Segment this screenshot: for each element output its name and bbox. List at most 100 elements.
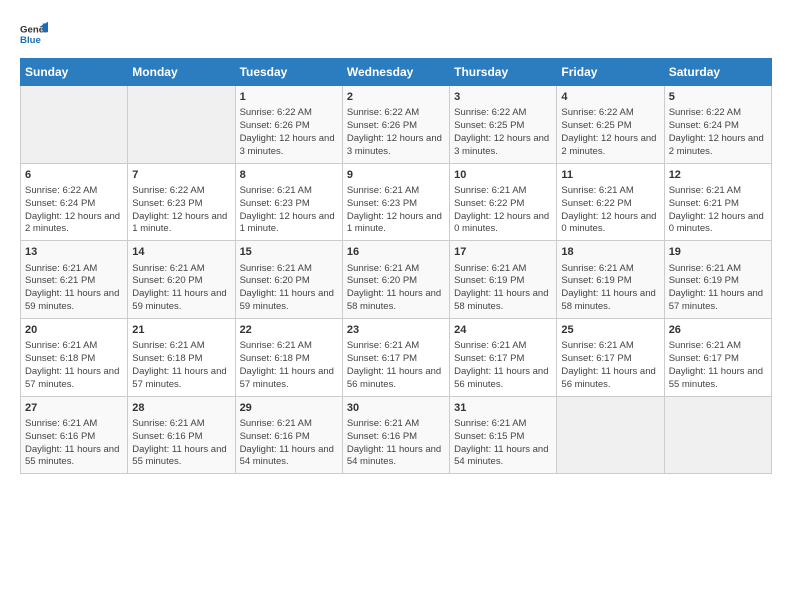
calendar-cell: 27Sunrise: 6:21 AMSunset: 6:16 PMDayligh… [21,396,128,474]
day-number: 9 [347,168,445,183]
cell-content: Sunrise: 6:21 AMSunset: 6:17 PMDaylight:… [561,340,659,391]
calendar-cell: 24 Sunrise: 6:21 AMSunset: 6:17 PMDayligh… [450,318,557,396]
day-of-week-header: Friday [557,59,664,86]
calendar-body: 1 Sunrise: 6:22 AMSunset: 6:26 PMDaylight… [21,86,772,474]
day-of-week-header: Thursday [450,59,557,86]
calendar-cell: 31 Sunrise: 6:21 AMSunset: 6:15 PMDayligh… [450,396,557,474]
day-number: 30 [347,401,445,416]
cell-content: Sunrise: 6:21 AMSunset: 6:18 PMDaylight:… [25,340,123,391]
day-number: 13 [25,245,123,260]
calendar-week-row: 13 Sunrise: 6:21 AMSunset: 6:21 PMDayligh… [21,241,772,319]
cell-content: Sunrise: 6:21 AMSunset: 6:19 PMDaylight:… [454,263,552,314]
cell-content: Sunrise: 6:22 AMSunset: 6:24 PMDaylight:… [25,185,123,236]
calendar-cell: 3Sunrise: 6:22 AMSunset: 6:25 PMDaylight… [450,86,557,164]
calendar-cell: 19Sunrise: 6:21 AMSunset: 6:19 PMDayligh… [664,241,771,319]
cell-content: Sunrise: 6:21 AMSunset: 6:16 PMDaylight:… [25,418,123,469]
calendar-cell: 18 Sunrise: 6:21 AMSunset: 6:19 PMDayligh… [557,241,664,319]
day-number: 22 [240,323,338,338]
day-number: 24 [454,323,552,338]
calendar-cell: 7Sunrise: 6:22 AMSunset: 6:23 PMDaylight… [128,163,235,241]
calendar-cell: 25Sunrise: 6:21 AMSunset: 6:17 PMDayligh… [557,318,664,396]
cell-content: Sunrise: 6:22 AMSunset: 6:26 PMDaylight:… [347,107,445,158]
cell-content: Sunrise: 6:21 AMSunset: 6:16 PMDaylight:… [347,418,445,469]
day-of-week-header: Wednesday [342,59,449,86]
day-number: 14 [132,245,230,260]
calendar-cell: 14 Sunrise: 6:21 AMSunset: 6:20 PMDayligh… [128,241,235,319]
day-of-week-header: Sunday [21,59,128,86]
calendar-cell: 28 Sunrise: 6:21 AMSunset: 6:16 PMDayligh… [128,396,235,474]
day-number: 5 [669,90,767,105]
cell-content: Sunrise: 6:22 AMSunset: 6:23 PMDaylight:… [132,185,230,236]
calendar-table: SundayMondayTuesdayWednesdayThursdayFrid… [20,58,772,474]
calendar-week-row: 20 Sunrise: 6:21 AMSunset: 6:18 PMDayligh… [21,318,772,396]
day-number: 29 [240,401,338,416]
cell-content: Sunrise: 6:21 AMSunset: 6:19 PMDaylight:… [561,263,659,314]
calendar-cell: 16 Sunrise: 6:21 AMSunset: 6:20 PMDayligh… [342,241,449,319]
day-number: 23 [347,323,445,338]
calendar-cell: 30 Sunrise: 6:21 AMSunset: 6:16 PMDayligh… [342,396,449,474]
cell-content: Sunrise: 6:22 AMSunset: 6:25 PMDaylight:… [454,107,552,158]
day-of-week-header: Tuesday [235,59,342,86]
calendar-cell [557,396,664,474]
cell-content: Sunrise: 6:21 AMSunset: 6:21 PMDaylight:… [25,263,123,314]
cell-content: Sunrise: 6:21 AMSunset: 6:23 PMDaylight:… [240,185,338,236]
cell-content: Sunrise: 6:21 AMSunset: 6:20 PMDaylight:… [132,263,230,314]
logo: General Blue [20,20,52,48]
calendar-cell: 26Sunrise: 6:21 AMSunset: 6:17 PMDayligh… [664,318,771,396]
day-of-week-header: Saturday [664,59,771,86]
day-number: 10 [454,168,552,183]
calendar-cell: 21 Sunrise: 6:21 AMSunset: 6:18 PMDayligh… [128,318,235,396]
calendar-cell: 2Sunrise: 6:22 AMSunset: 6:26 PMDaylight… [342,86,449,164]
day-number: 28 [132,401,230,416]
cell-content: Sunrise: 6:21 AMSunset: 6:21 PMDaylight:… [669,185,767,236]
calendar-week-row: 6 Sunrise: 6:22 AMSunset: 6:24 PMDaylight… [21,163,772,241]
day-number: 21 [132,323,230,338]
day-of-week-header: Monday [128,59,235,86]
calendar-cell: 12 Sunrise: 6:21 AMSunset: 6:21 PMDayligh… [664,163,771,241]
cell-content: Sunrise: 6:22 AMSunset: 6:25 PMDaylight:… [561,107,659,158]
calendar-week-row: 1 Sunrise: 6:22 AMSunset: 6:26 PMDaylight… [21,86,772,164]
calendar-cell: 1Sunrise: 6:22 AMSunset: 6:26 PMDaylight… [235,86,342,164]
day-number: 6 [25,168,123,183]
calendar-cell: 10 Sunrise: 6:21 AMSunset: 6:22 PMDayligh… [450,163,557,241]
day-number: 17 [454,245,552,260]
calendar-cell: 6 Sunrise: 6:22 AMSunset: 6:24 PMDaylight… [21,163,128,241]
cell-content: Sunrise: 6:21 AMSunset: 6:16 PMDaylight:… [240,418,338,469]
cell-content: Sunrise: 6:21 AMSunset: 6:20 PMDaylight:… [240,263,338,314]
calendar-cell: 23 Sunrise: 6:21 AMSunset: 6:17 PMDayligh… [342,318,449,396]
calendar-week-row: 27Sunrise: 6:21 AMSunset: 6:16 PMDayligh… [21,396,772,474]
calendar-cell [664,396,771,474]
calendar-cell: 20 Sunrise: 6:21 AMSunset: 6:18 PMDayligh… [21,318,128,396]
day-number: 16 [347,245,445,260]
cell-content: Sunrise: 6:21 AMSunset: 6:15 PMDaylight:… [454,418,552,469]
day-number: 4 [561,90,659,105]
cell-content: Sunrise: 6:21 AMSunset: 6:16 PMDaylight:… [132,418,230,469]
cell-content: Sunrise: 6:21 AMSunset: 6:23 PMDaylight:… [347,185,445,236]
calendar-cell: 4 Sunrise: 6:22 AMSunset: 6:25 PMDaylight… [557,86,664,164]
calendar-cell [21,86,128,164]
day-number: 11 [561,168,659,183]
day-number: 12 [669,168,767,183]
cell-content: Sunrise: 6:22 AMSunset: 6:24 PMDaylight:… [669,107,767,158]
day-number: 20 [25,323,123,338]
cell-content: Sunrise: 6:21 AMSunset: 6:22 PMDaylight:… [454,185,552,236]
calendar-cell: 9 Sunrise: 6:21 AMSunset: 6:23 PMDaylight… [342,163,449,241]
cell-content: Sunrise: 6:21 AMSunset: 6:22 PMDaylight:… [561,185,659,236]
day-number: 18 [561,245,659,260]
cell-content: Sunrise: 6:21 AMSunset: 6:17 PMDaylight:… [669,340,767,391]
calendar-cell: 17 Sunrise: 6:21 AMSunset: 6:19 PMDayligh… [450,241,557,319]
day-number: 1 [240,90,338,105]
cell-content: Sunrise: 6:21 AMSunset: 6:17 PMDaylight:… [454,340,552,391]
day-number: 15 [240,245,338,260]
cell-content: Sunrise: 6:21 AMSunset: 6:17 PMDaylight:… [347,340,445,391]
calendar-cell: 22Sunrise: 6:21 AMSunset: 6:18 PMDayligh… [235,318,342,396]
cell-content: Sunrise: 6:21 AMSunset: 6:20 PMDaylight:… [347,263,445,314]
cell-content: Sunrise: 6:21 AMSunset: 6:18 PMDaylight:… [132,340,230,391]
day-number: 31 [454,401,552,416]
calendar-header-row: SundayMondayTuesdayWednesdayThursdayFrid… [21,59,772,86]
calendar-cell: 11 Sunrise: 6:21 AMSunset: 6:22 PMDayligh… [557,163,664,241]
calendar-cell: 15 Sunrise: 6:21 AMSunset: 6:20 PMDayligh… [235,241,342,319]
logo-icon: General Blue [20,20,48,48]
calendar-cell: 8Sunrise: 6:21 AMSunset: 6:23 PMDaylight… [235,163,342,241]
day-number: 19 [669,245,767,260]
